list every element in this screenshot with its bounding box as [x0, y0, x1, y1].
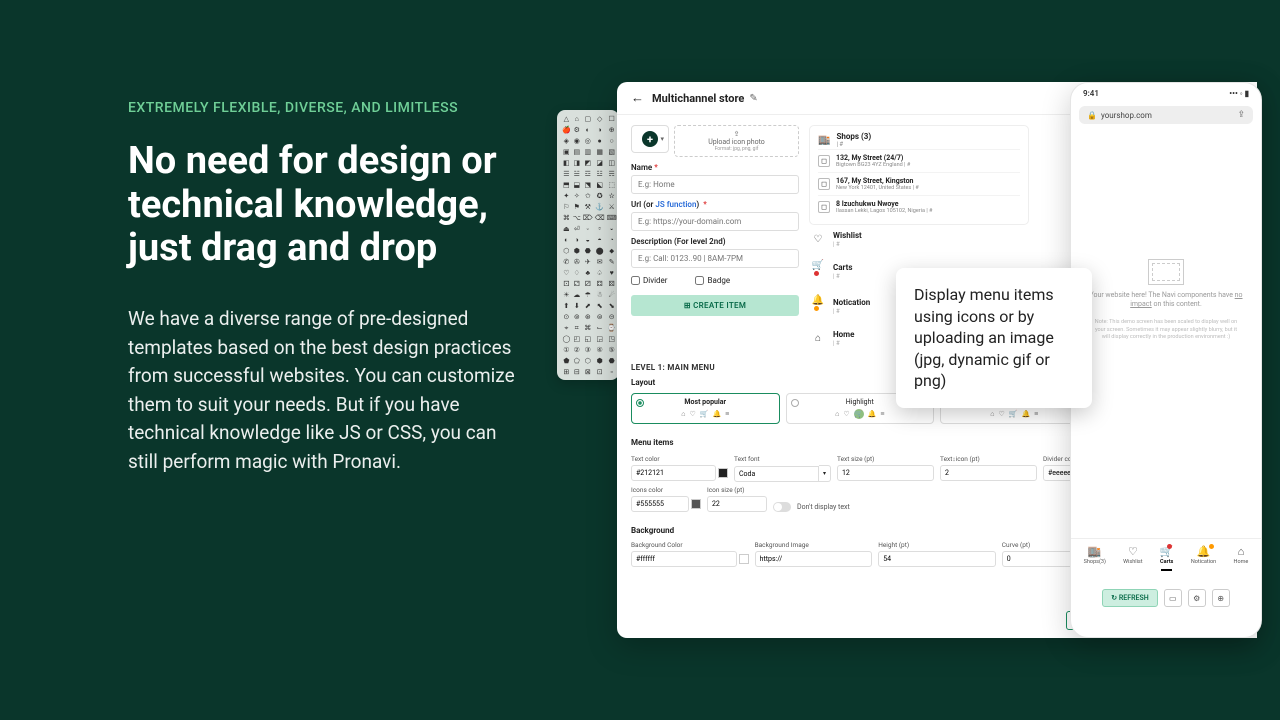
color-swatch[interactable]: [739, 554, 749, 564]
website-placeholder-icon: [1148, 259, 1184, 285]
refresh-button[interactable]: ↻ REFRESH: [1102, 589, 1157, 607]
phone-status-bar: 9:41 ••• ◦ ▮: [1071, 83, 1261, 104]
phone-note: Note: This demo screen has been scaled t…: [1085, 319, 1247, 340]
phone-time: 9:41: [1083, 89, 1099, 98]
url-label: Url (or JS function) *: [631, 200, 799, 209]
bg-height-input[interactable]: [878, 551, 996, 567]
icon-size-input[interactable]: [707, 496, 767, 512]
edit-title-icon[interactable]: ✎: [749, 93, 757, 104]
bell-icon: 🔔: [811, 295, 825, 318]
dont-display-toggle[interactable]: [773, 502, 791, 512]
cart-icon: 🛒: [811, 260, 825, 283]
location-icon: ◻: [818, 155, 830, 167]
badge-checkbox[interactable]: Badge: [695, 276, 730, 285]
nav-wishlist[interactable]: ♡Wishlist: [1123, 545, 1142, 565]
upload-icon-box[interactable]: ⇪ Upload icon photo Format: jpg, png, gi…: [674, 125, 799, 157]
heart-icon: ♡: [1123, 545, 1142, 558]
text-color-input[interactable]: [631, 465, 716, 481]
nav-carts[interactable]: 🛒Carts: [1160, 545, 1174, 565]
url-input[interactable]: [631, 212, 799, 231]
shop-item[interactable]: ◻ 167, My Street, KingstonNew York 12401…: [818, 172, 1020, 195]
nav-notification[interactable]: 🔔Notication: [1191, 545, 1216, 565]
badge-dot: [814, 306, 819, 311]
color-swatch[interactable]: [718, 468, 728, 478]
headline-text: No need for design or technical knowledg…: [128, 140, 528, 271]
bg-image-input[interactable]: [755, 551, 873, 567]
dropdown-caret-icon: ▾: [660, 135, 664, 143]
name-input[interactable]: [631, 175, 799, 194]
phone-body: Your website here! The Navi components h…: [1071, 130, 1261, 470]
dont-display-label: Don't display text: [797, 503, 850, 511]
nav-home[interactable]: ⌂Home: [1234, 545, 1249, 565]
text-size-input[interactable]: [837, 465, 934, 481]
phone-bottom-nav: 🏬Shops(3) ♡Wishlist 🛒Carts 🔔Notication ⌂…: [1071, 538, 1261, 571]
location-icon: ◻: [818, 178, 830, 190]
upload-title: Upload icon photo: [679, 138, 794, 146]
page-title: Multichannel store: [652, 92, 744, 105]
name-label: Name *: [631, 163, 799, 172]
shops-group[interactable]: 🏬 Shops (3) | # ◻ 132, My Street (24/7)B…: [809, 125, 1029, 225]
body-copy-text: We have a diverse range of pre-designed …: [128, 305, 528, 476]
color-swatch[interactable]: [691, 499, 701, 509]
home-icon: ⌂: [1234, 545, 1249, 558]
callout-tooltip: Display menu items using icons or by upl…: [896, 268, 1092, 408]
phone-url-text: yourshop.com: [1101, 111, 1152, 120]
icons-color-input[interactable]: [631, 496, 689, 512]
add-icon-button[interactable]: + ▾: [631, 125, 669, 153]
icon-palette[interactable]: △⌂▢◇☐ 🍎⚙◐◑⊕ ◈◉◎●○ ▣▤▥▦▧ ◧◨◩◪◫ ☰☱☲☳☴ ⬒⬓⬔⬕…: [557, 110, 619, 380]
item-editor-form: + ▾ ⇪ Upload icon photo Format: jpg, png…: [631, 125, 799, 353]
add-button[interactable]: ⊕: [1212, 589, 1230, 607]
divider-checkbox[interactable]: Divider: [631, 276, 667, 285]
shop-icon: 🏬: [1084, 545, 1106, 558]
text-font-select[interactable]: [734, 466, 819, 482]
desc-label: Description (For level 2nd): [631, 237, 799, 246]
bg-color-input[interactable]: [631, 551, 737, 567]
lock-icon: 🔒: [1087, 111, 1097, 120]
location-icon: ◻: [818, 201, 830, 213]
desktop-view-button[interactable]: ▭: [1164, 589, 1182, 607]
radio-icon: [791, 399, 799, 407]
shops-title: Shops (3): [836, 132, 871, 141]
upload-icon-icon: ⇪: [679, 130, 794, 138]
upload-subtitle: Format: jpg, png, gif: [679, 146, 794, 152]
dropdown-icon[interactable]: ▾: [819, 465, 831, 482]
phone-url-bar[interactable]: 🔒 yourshop.com ⇪: [1079, 106, 1253, 124]
phone-signal-icons: ••• ◦ ▮: [1229, 89, 1249, 98]
wishlist-item[interactable]: ♡ Wishlist| #: [809, 225, 1029, 254]
js-function-link[interactable]: JS function: [655, 200, 696, 209]
back-arrow-icon[interactable]: ←: [631, 90, 644, 106]
phone-preview-tools: ↻ REFRESH ▭ ⚙ ⊕: [1071, 589, 1261, 607]
shops-sub: | #: [836, 141, 871, 148]
eyebrow-text: EXTREMELY FLEXIBLE, DIVERSE, AND LIMITLE…: [128, 100, 528, 116]
settings-button[interactable]: ⚙: [1188, 589, 1206, 607]
shop-icon: 🏬: [818, 135, 830, 146]
shop-item[interactable]: ◻ 132, My Street (24/7)Bigtown BG23 4YZ …: [818, 149, 1020, 172]
plus-icon: +: [642, 131, 658, 147]
home-icon: ⌂: [811, 333, 825, 344]
badge-dot: [1167, 544, 1172, 549]
marketing-copy: EXTREMELY FLEXIBLE, DIVERSE, AND LIMITLE…: [128, 100, 528, 476]
radio-icon: [636, 399, 644, 407]
share-icon[interactable]: ⇪: [1237, 110, 1245, 120]
nav-shops[interactable]: 🏬Shops(3): [1084, 545, 1106, 565]
shop-item[interactable]: ◻ 8 Izuchukwu NwoyeIlassan Lekki, Lagos …: [818, 195, 1020, 218]
text-icon-input[interactable]: [940, 465, 1037, 481]
heart-icon: ♡: [811, 234, 825, 245]
badge-dot: [814, 271, 819, 276]
desc-input[interactable]: [631, 249, 799, 268]
create-item-button[interactable]: ⊞ CREATE ITEM: [631, 295, 799, 316]
layout-option-most-popular[interactable]: Most popular ⌂♡🛒🔔≡: [631, 393, 780, 424]
phone-preview: 9:41 ••• ◦ ▮ 🔒 yourshop.com ⇪ Your websi…: [1070, 82, 1262, 638]
